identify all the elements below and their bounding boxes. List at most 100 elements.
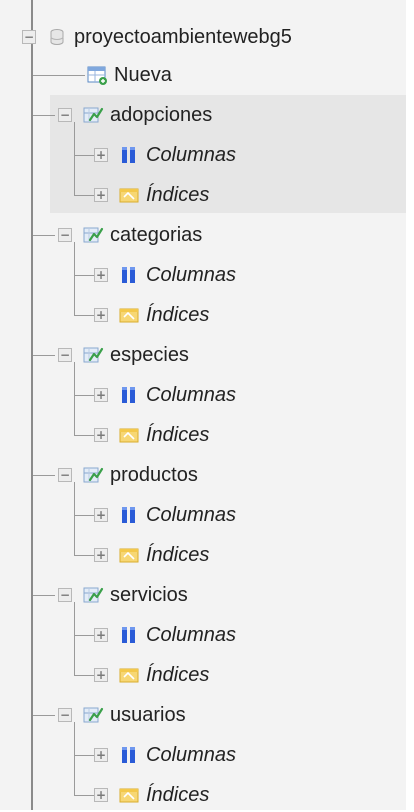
tree-connector — [33, 475, 55, 476]
collapse-toggle[interactable]: − — [58, 468, 72, 482]
panel-edge — [406, 0, 414, 810]
columns-node[interactable]: + Columnas — [94, 378, 236, 412]
tree-connector — [33, 715, 55, 716]
table-icon — [82, 104, 104, 126]
expand-toggle[interactable]: + — [94, 388, 108, 402]
tree-connector — [74, 515, 94, 516]
tree-connector — [74, 315, 94, 316]
columns-label: Columnas — [146, 623, 237, 646]
tree-connector — [74, 755, 94, 756]
collapse-toggle[interactable]: − — [58, 228, 72, 242]
new-table-label: Nueva — [114, 63, 172, 86]
tree-connector — [74, 795, 94, 796]
index-icon — [118, 304, 140, 326]
expand-toggle[interactable]: + — [94, 148, 108, 162]
indexes-label: Índices — [146, 183, 210, 206]
columns-icon — [118, 624, 140, 646]
indexes-label: Índices — [146, 423, 210, 446]
expand-toggle[interactable]: + — [94, 268, 108, 282]
expand-toggle[interactable]: + — [94, 548, 108, 562]
table-node[interactable]: − categorias — [58, 218, 202, 252]
table-node[interactable]: − usuarios — [58, 698, 186, 732]
columns-node[interactable]: + Columnas — [94, 138, 236, 172]
columns-label: Columnas — [146, 743, 237, 766]
new-table-item[interactable]: Nueva — [86, 58, 172, 92]
table-name: categorias — [110, 223, 203, 246]
collapse-toggle[interactable]: − — [58, 108, 72, 122]
expand-toggle[interactable]: + — [94, 628, 108, 642]
table-name: adopciones — [110, 103, 213, 126]
table-icon — [82, 464, 104, 486]
columns-label: Columnas — [146, 143, 237, 166]
columns-icon — [118, 264, 140, 286]
columns-node[interactable]: + Columnas — [94, 258, 236, 292]
columns-icon — [118, 384, 140, 406]
table-icon — [82, 224, 104, 246]
collapse-toggle[interactable]: − — [22, 30, 36, 44]
tree-left-rule — [31, 0, 33, 810]
tree-branch-line — [74, 482, 75, 556]
tree-connector — [33, 75, 85, 76]
table-name: servicios — [110, 583, 188, 606]
table-name: usuarios — [110, 703, 186, 726]
tree-branch-line — [74, 722, 75, 796]
expand-toggle[interactable]: + — [94, 668, 108, 682]
table-node[interactable]: − especies — [58, 338, 189, 372]
collapse-toggle[interactable]: − — [58, 348, 72, 362]
tree-connector — [74, 195, 94, 196]
tree-connector — [74, 635, 94, 636]
expand-toggle[interactable]: + — [94, 188, 108, 202]
table-node[interactable]: − adopciones — [58, 98, 212, 132]
expand-toggle[interactable]: + — [94, 788, 108, 802]
columns-label: Columnas — [146, 263, 237, 286]
tree-connector — [33, 235, 55, 236]
collapse-toggle[interactable]: − — [58, 588, 72, 602]
indexes-node[interactable]: + Índices — [94, 178, 209, 212]
indexes-node[interactable]: + Índices — [94, 658, 209, 692]
database-icon — [46, 26, 68, 48]
table-icon — [82, 584, 104, 606]
columns-label: Columnas — [146, 383, 237, 406]
tree-connector — [74, 275, 94, 276]
tree-connector — [74, 395, 94, 396]
database-node[interactable]: − proyectoambientewebg5 — [22, 20, 292, 54]
expand-toggle[interactable]: + — [94, 508, 108, 522]
indexes-node[interactable]: + Índices — [94, 538, 209, 572]
indexes-label: Índices — [146, 783, 210, 806]
indexes-node[interactable]: + Índices — [94, 778, 209, 812]
indexes-node[interactable]: + Índices — [94, 298, 209, 332]
expand-toggle[interactable]: + — [94, 428, 108, 442]
tree-connector — [74, 435, 94, 436]
columns-node[interactable]: + Columnas — [94, 738, 236, 772]
expand-toggle[interactable]: + — [94, 308, 108, 322]
tree-connector — [33, 355, 55, 356]
tree-branch-line — [74, 242, 75, 316]
tree-branch-line — [74, 122, 75, 196]
indexes-node[interactable]: + Índices — [94, 418, 209, 452]
indexes-label: Índices — [146, 543, 210, 566]
tree-branch-line — [74, 362, 75, 436]
tree-connector — [74, 155, 94, 156]
indexes-label: Índices — [146, 663, 210, 686]
tree-connector — [74, 555, 94, 556]
tree-connector — [33, 595, 55, 596]
table-icon — [82, 344, 104, 366]
index-icon — [118, 664, 140, 686]
index-icon — [118, 424, 140, 446]
collapse-toggle[interactable]: − — [58, 708, 72, 722]
tree-connector — [33, 115, 55, 116]
table-node[interactable]: − servicios — [58, 578, 188, 612]
columns-label: Columnas — [146, 503, 237, 526]
index-icon — [118, 544, 140, 566]
columns-node[interactable]: + Columnas — [94, 618, 236, 652]
tree-branch-line — [74, 602, 75, 676]
expand-toggle[interactable]: + — [94, 748, 108, 762]
table-name: productos — [110, 463, 198, 486]
tree-connector — [74, 675, 94, 676]
columns-node[interactable]: + Columnas — [94, 498, 236, 532]
table-icon — [82, 704, 104, 726]
index-icon — [118, 784, 140, 806]
table-node[interactable]: − productos — [58, 458, 198, 492]
indexes-label: Índices — [146, 303, 210, 326]
columns-icon — [118, 744, 140, 766]
